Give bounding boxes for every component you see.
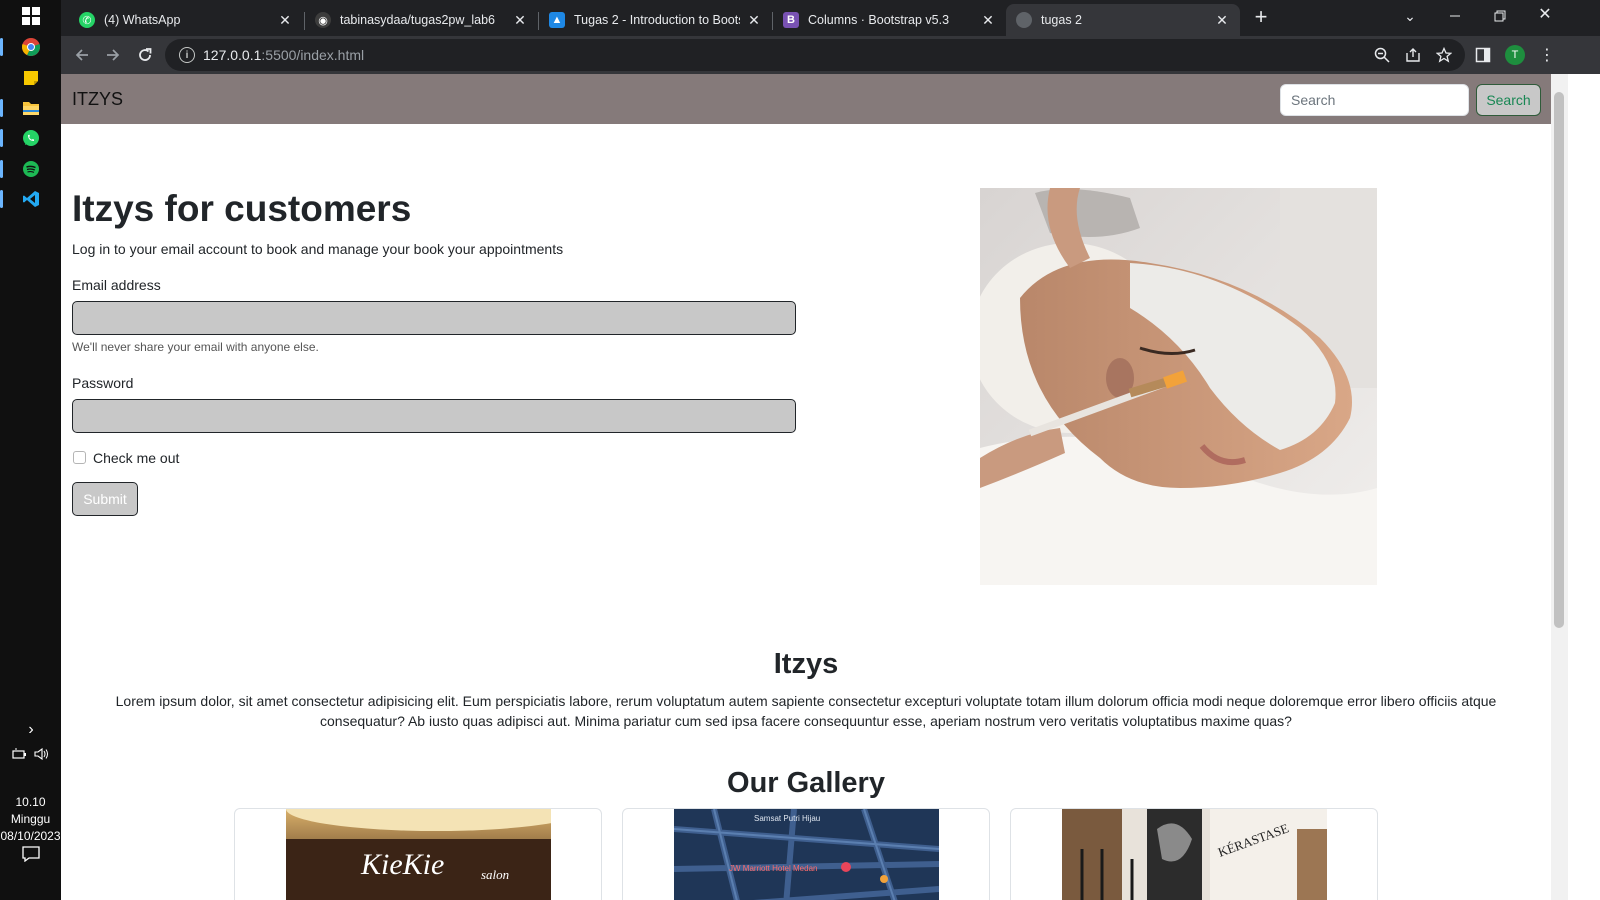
tab-bootstrap[interactable]: B Columns · Bootstrap v5.3 ✕ — [773, 4, 1006, 36]
new-tab-button[interactable]: + — [1251, 4, 1271, 29]
map-label-samsat: Samsat Putri Hijau — [754, 814, 820, 823]
submit-button[interactable]: Submit — [72, 482, 138, 516]
forward-arrow-icon[interactable] — [103, 45, 123, 65]
zoom-icon[interactable] — [1372, 45, 1392, 65]
clock-day: Minggu — [10, 812, 51, 826]
page-scrollbar[interactable] — [1551, 74, 1568, 900]
url-text[interactable]: 127.0.0.1:5500/index.html — [203, 47, 364, 63]
close-icon[interactable]: ✕ — [746, 12, 762, 29]
address-bar[interactable]: i 127.0.0.1:5500/index.html — [165, 39, 1465, 71]
window-edge — [1568, 74, 1600, 900]
minimize-button[interactable] — [1445, 6, 1465, 26]
tab-title: Tugas 2 - Introduction to Bootst — [574, 13, 740, 27]
hero-image-facial-treatment — [980, 188, 1377, 585]
share-icon[interactable] — [1403, 45, 1423, 65]
close-icon[interactable]: ✕ — [512, 12, 528, 29]
tab-whatsapp[interactable]: ✆ (4) WhatsApp ✕ — [69, 4, 303, 36]
tab-classroom[interactable]: ▲ Tugas 2 - Introduction to Bootst ✕ — [539, 4, 772, 36]
gallery-card-kerastase: KÉRASTASE — [1010, 808, 1378, 900]
about-text: Lorem ipsum dolor, sit amet consectetur … — [115, 693, 1497, 729]
web-page: ITZYS Search Itzys for customers Log in … — [61, 74, 1551, 900]
whatsapp-taskbar-icon[interactable] — [0, 126, 43, 150]
search-input[interactable] — [1280, 84, 1469, 116]
tab-title: (4) WhatsApp — [104, 13, 181, 27]
bookmark-star-icon[interactable] — [1434, 45, 1454, 65]
file-explorer-icon[interactable] — [0, 96, 43, 120]
network-icon[interactable] — [10, 742, 30, 766]
side-panel-icon[interactable] — [1473, 45, 1493, 65]
back-arrow-icon[interactable] — [72, 45, 92, 65]
close-icon[interactable]: ✕ — [980, 12, 996, 29]
classroom-icon: ▲ — [549, 12, 565, 28]
gallery-title: Our Gallery — [727, 767, 885, 799]
map-poi-icon — [880, 875, 888, 883]
tab-github[interactable]: ◉ tabinasydaa/tugas2pw_lab6 ✕ — [305, 4, 538, 36]
tab-tugas-2[interactable]: tugas 2 ✕ — [1006, 4, 1240, 36]
about-title: Itzys — [773, 648, 839, 680]
gallery-image-salon: KieKie salon — [286, 809, 551, 900]
taskbar-clock[interactable]: 10.10 Minggu 08/10/2023 — [0, 794, 61, 845]
map-label-hotel: JW Marriott Hotel Medan — [729, 864, 817, 873]
url-path: :5500/index.html — [261, 47, 365, 63]
globe-icon — [1016, 12, 1032, 28]
gallery-image-kerastase: KÉRASTASE — [1062, 809, 1327, 900]
email-help-text: We'll never share your email with anyone… — [72, 340, 319, 354]
gallery-card-salon: KieKie salon — [234, 808, 602, 900]
search-button[interactable]: Search — [1476, 84, 1541, 116]
sticky-notes-icon[interactable] — [19, 66, 43, 90]
gallery-image-map: Samsat Putri Hijau JW Marriott Hotel Med… — [674, 809, 939, 900]
email-label: Email address — [72, 277, 161, 293]
tab-title: Columns · Bootstrap v5.3 — [808, 13, 950, 27]
browser-tab-strip: ✆ (4) WhatsApp ✕ ◉ tabinasydaa/tugas2pw_… — [61, 0, 1600, 36]
tab-title: tugas 2 — [1041, 13, 1083, 27]
windows-start-icon[interactable] — [19, 4, 43, 28]
github-icon: ◉ — [315, 12, 331, 28]
window-close-button[interactable]: ✕ — [1535, 4, 1555, 24]
checkbox-label[interactable]: Check me out — [93, 450, 179, 466]
close-icon[interactable]: ✕ — [277, 12, 293, 29]
windows-taskbar: › 10.10 Minggu 08/10/2023 — [0, 0, 61, 900]
restore-button[interactable] — [1490, 6, 1510, 26]
volume-icon[interactable] — [32, 742, 52, 766]
chrome-taskbar-icon[interactable] — [0, 35, 43, 59]
site-info-icon[interactable]: i — [179, 47, 195, 63]
clock-time: 10.10 — [15, 795, 46, 809]
page-subtitle: Log in to your email account to book and… — [72, 241, 564, 257]
url-host: 127.0.0.1 — [203, 47, 262, 63]
salon-sign-text: KieKie — [360, 848, 444, 881]
tab-title: tabinasydaa/tugas2pw_lab6 — [340, 13, 495, 27]
menu-kebab-icon[interactable]: ⋮ — [1537, 45, 1557, 65]
whatsapp-icon: ✆ — [79, 12, 95, 28]
profile-avatar[interactable]: T — [1505, 45, 1525, 65]
chevron-right-icon[interactable]: › — [19, 718, 43, 742]
vscode-icon[interactable] — [0, 187, 43, 211]
password-field[interactable] — [72, 399, 796, 433]
map-pin-icon — [841, 862, 851, 872]
email-field[interactable] — [72, 301, 796, 335]
check-me-out-checkbox[interactable] — [73, 451, 86, 464]
browser-toolbar: i 127.0.0.1:5500/index.html T ⋮ — [61, 36, 1600, 74]
reload-icon[interactable] — [135, 45, 155, 65]
salon-sign-small: salon — [481, 867, 509, 882]
profile-initial: T — [1505, 45, 1525, 65]
tab-search-chevron-icon[interactable]: ⌄ — [1400, 6, 1420, 26]
bootstrap-icon: B — [783, 12, 799, 28]
notification-icon[interactable] — [19, 842, 43, 866]
scrollbar-thumb[interactable] — [1554, 92, 1564, 628]
spotify-icon[interactable] — [0, 157, 43, 181]
password-label: Password — [72, 375, 134, 391]
close-icon[interactable]: ✕ — [1214, 12, 1230, 29]
navbar: ITZYS Search — [61, 74, 1551, 124]
gallery-card-map: Samsat Putri Hijau JW Marriott Hotel Med… — [622, 808, 990, 900]
page-title: Itzys for customers — [72, 188, 412, 229]
navbar-brand[interactable]: ITZYS — [72, 89, 123, 110]
